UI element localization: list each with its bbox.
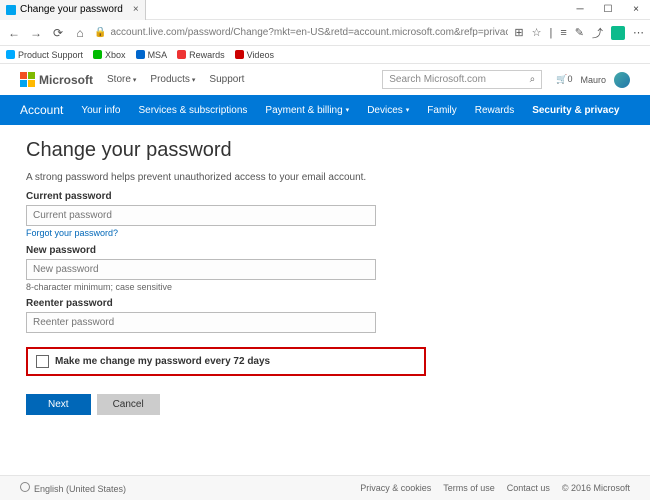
avatar[interactable] [614,72,630,88]
tab-favicon [6,5,16,15]
tab-rewards[interactable]: Rewards [475,105,514,116]
home-icon[interactable]: ⌂ [72,26,88,40]
tab-security[interactable]: Security & privacy [532,105,619,116]
fav-product-support[interactable]: Product Support [6,50,83,60]
window-controls: ─ ☐ × [566,0,650,20]
tab-payment[interactable]: Payment & billing▾ [265,105,349,116]
main-content: Change your password A strong password h… [0,125,650,429]
page-title: Change your password [26,139,624,162]
close-icon[interactable]: × [622,0,650,20]
cancel-button[interactable]: Cancel [97,394,160,415]
refresh-icon[interactable]: ⟳ [50,26,66,40]
footer: English (United States) Privacy & cookie… [0,475,650,500]
hub-icon[interactable]: ≡ [560,27,566,39]
reading-icon[interactable]: ⊞ [514,26,523,39]
language-selector[interactable]: English (United States) [20,482,126,494]
favorite-icon[interactable]: ☆ [532,26,542,39]
browser-tab[interactable]: Change your password × [0,0,146,20]
button-row: Next Cancel [26,394,624,415]
browser-actions: ⊞ ☆ | ≡ ✎ ⤴ ⋯ [514,25,644,41]
nav-store[interactable]: Store▾ [107,74,136,85]
tab-account[interactable]: Account [20,103,63,117]
page-desc: A strong password helps prevent unauthor… [26,172,624,183]
back-icon[interactable]: ← [6,26,22,40]
favorites-bar: Product Support Xbox MSA Rewards Videos [0,46,650,64]
fav-videos[interactable]: Videos [235,50,274,60]
more-icon[interactable]: ⋯ [633,26,644,39]
address-bar[interactable]: 🔒 account.live.com/password/Change?mkt=e… [94,27,508,38]
divider: | [550,27,553,39]
notes-icon[interactable]: ✎ [575,26,584,39]
page-content: Microsoft Store▾ Products▾ Support Searc… [0,64,650,500]
expire-checkbox-label[interactable]: Make me change my password every 72 days [55,356,270,367]
fav-msa[interactable]: MSA [136,50,168,60]
browser-navbar: ← → ⟳ ⌂ 🔒 account.live.com/password/Chan… [0,20,650,46]
minimize-icon[interactable]: ─ [566,0,594,20]
header-right: 🛒0 Mauro [556,72,630,88]
search-input[interactable]: Search Microsoft.com ⌕ [382,70,542,89]
microsoft-logo[interactable]: Microsoft [20,72,93,87]
extension-icon[interactable] [611,26,625,40]
tab-services[interactable]: Services & subscriptions [138,105,247,116]
current-password-input[interactable] [26,205,376,226]
url-text: account.live.com/password/Change?mkt=en-… [110,27,508,38]
nav-products[interactable]: Products▾ [150,74,195,85]
new-password-label: New password [26,245,624,256]
tab-your-info[interactable]: Your info [81,105,120,116]
expire-checkbox[interactable] [36,355,49,368]
cart-icon[interactable]: 🛒0 [556,74,572,85]
fav-xbox[interactable]: Xbox [93,50,126,60]
password-hint: 8-character minimum; case sensitive [26,282,624,292]
current-password-label: Current password [26,191,624,202]
footer-contact[interactable]: Contact us [507,483,550,493]
tab-title: Change your password [20,4,123,15]
nav-support[interactable]: Support [209,74,244,85]
search-icon[interactable]: ⌕ [530,74,536,85]
next-button[interactable]: Next [26,394,91,415]
forgot-password-link[interactable]: Forgot your password? [26,228,118,238]
footer-copyright: © 2016 Microsoft [562,483,630,493]
fav-rewards[interactable]: Rewards [177,50,225,60]
site-header: Microsoft Store▾ Products▾ Support Searc… [0,64,650,95]
reenter-password-input[interactable] [26,312,376,333]
tab-devices[interactable]: Devices▾ [367,105,409,116]
user-name[interactable]: Mauro [580,75,606,85]
footer-privacy[interactable]: Privacy & cookies [360,483,431,493]
globe-icon [20,482,30,492]
forward-icon[interactable]: → [28,26,44,40]
logo-icon [20,72,35,87]
window-titlebar: Change your password × ─ ☐ × [0,0,650,20]
new-password-input[interactable] [26,259,376,280]
account-nav: Account Your info Services & subscriptio… [0,95,650,125]
header-nav: Store▾ Products▾ Support [107,74,244,85]
lock-icon: 🔒 [94,27,106,38]
footer-terms[interactable]: Terms of use [443,483,495,493]
tab-family[interactable]: Family [427,105,456,116]
maximize-icon[interactable]: ☐ [594,0,622,20]
close-tab-icon[interactable]: × [133,4,139,15]
checkbox-row-highlighted: Make me change my password every 72 days [26,347,426,376]
share-icon[interactable]: ⤴ [592,25,603,41]
reenter-password-label: Reenter password [26,298,624,309]
